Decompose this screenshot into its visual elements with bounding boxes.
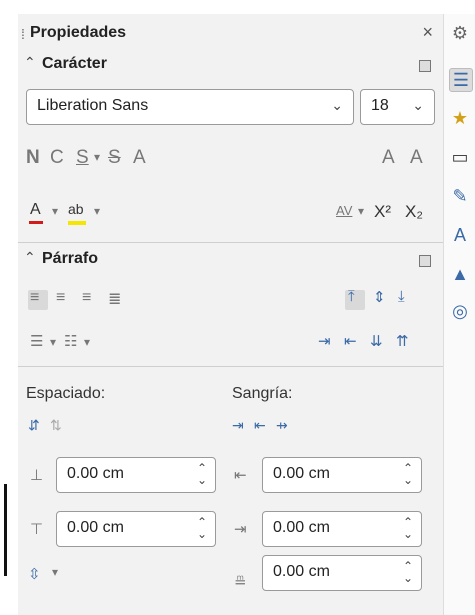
font-size-select[interactable]: 18 ⌄ [360, 89, 435, 125]
before-indent-value: 0.00 cm [273, 465, 330, 482]
bullet-list-icon[interactable]: ☰ [30, 332, 43, 350]
numbered-list-icon[interactable]: ☷ [64, 332, 77, 350]
spacing-dropdown-icon[interactable]: ▾ [358, 204, 364, 218]
below-spacing-icon: ⊤ [30, 521, 44, 538]
above-spacing-icon: ⊥ [30, 467, 44, 484]
sidebar-page-icon[interactable]: ▭ [449, 146, 471, 168]
bullet-dropdown-icon[interactable]: ▾ [50, 335, 56, 349]
after-indent-value: 0.00 cm [273, 519, 330, 536]
highlight-dropdown-icon[interactable]: ▾ [94, 204, 100, 218]
font-color-swatch [29, 221, 43, 224]
after-text-indent-field[interactable]: 0.00 cm ⌃ ⌄ [262, 511, 422, 547]
align-left-icon[interactable]: ≡ [30, 289, 39, 307]
font-size-value: 18 [371, 97, 389, 114]
font-color-button[interactable]: A [30, 201, 41, 219]
underline-button[interactable]: S [76, 147, 89, 169]
increase-spacing-icon[interactable]: ⇊ [370, 332, 383, 350]
paragraph-section-header[interactable]: ⌃ Párrafo [18, 247, 443, 273]
line-spacing-dropdown-icon[interactable]: ▾ [52, 565, 58, 579]
character-spacing-button[interactable]: AV [336, 203, 352, 218]
chevron-up-icon: ⌃ [24, 54, 36, 70]
strikethrough-button[interactable]: S [108, 147, 121, 169]
numbered-dropdown-icon[interactable]: ▾ [84, 335, 90, 349]
sidebar-font-work-icon[interactable]: A [449, 224, 471, 246]
sidebar-styles-icon[interactable]: ★ [449, 107, 471, 129]
align-right-icon[interactable]: ≡ [82, 289, 91, 307]
align-justify-icon[interactable]: ≣ [108, 289, 121, 309]
deck-sidebar: ⚙ ☰ ★ ▭ ✎ A ▲ ◎ [443, 14, 475, 615]
grip-icon[interactable]: ⁞ [21, 26, 25, 42]
chevron-down-icon: ⌄ [331, 97, 343, 113]
sidebar-gallery-icon[interactable]: ▲ [449, 263, 471, 285]
sidebar-manage-changes-icon[interactable]: ✎ [449, 185, 471, 207]
align-top-icon[interactable]: ⤒ [348, 288, 355, 305]
spin-buttons[interactable]: ⌃ ⌄ [403, 516, 413, 540]
font-name-select[interactable]: Liberation Sans ⌄ [26, 89, 354, 125]
superscript-button[interactable]: X² [374, 202, 391, 222]
more-options-icon[interactable] [419, 255, 431, 267]
align-middle-icon[interactable]: ⇕ [373, 288, 386, 306]
below-paragraph-spacing-field[interactable]: 0.00 cm ⌃ ⌄ [56, 511, 216, 547]
decrease-spacing-icon[interactable]: ⇈ [396, 332, 409, 350]
separator [18, 242, 443, 243]
character-section-header[interactable]: ⌃ Carácter [18, 52, 443, 78]
separator [18, 366, 443, 367]
before-indent-icon: ⇤ [234, 467, 247, 484]
underline-dropdown-icon[interactable]: ▾ [94, 150, 100, 164]
after-indent-icon: ⇥ [234, 521, 247, 538]
above-paragraph-spacing-field[interactable]: 0.00 cm ⌃ ⌄ [56, 457, 216, 493]
close-button[interactable]: × [422, 22, 433, 43]
increase-indent-icon[interactable]: ⇥ [318, 332, 331, 350]
grow-font-button[interactable]: A [382, 147, 395, 169]
panel-title: Propiedades [30, 24, 127, 41]
before-text-indent-field[interactable]: 0.00 cm ⌃ ⌄ [262, 457, 422, 493]
spin-buttons[interactable]: ⌃ ⌄ [403, 560, 413, 584]
decrease-indent-icon[interactable]: ⇤ [344, 332, 357, 350]
sidebar-properties-icon[interactable]: ☰ [449, 68, 473, 92]
spin-buttons[interactable]: ⌃ ⌄ [403, 462, 413, 486]
align-center-icon[interactable]: ≡ [56, 289, 65, 307]
sidebar-settings-icon[interactable]: ⚙ [449, 22, 471, 44]
indent-increase-icon[interactable]: ⇥ [232, 417, 244, 434]
subscript-button[interactable]: X₂ [405, 202, 423, 222]
first-line-indent-value: 0.00 cm [273, 563, 330, 580]
chevron-down-icon: ⌄ [412, 97, 424, 113]
shrink-font-button[interactable]: A [410, 147, 423, 169]
line-spacing-icon[interactable]: ⇳ [28, 565, 41, 583]
highlight-swatch [68, 221, 86, 225]
window-edge [4, 484, 7, 576]
increase-paragraph-spacing-icon[interactable]: ⇵ [28, 417, 40, 434]
shadow-button[interactable]: A [133, 147, 146, 169]
spin-buttons[interactable]: ⌃ ⌄ [197, 516, 207, 540]
align-bottom-icon[interactable]: ⤓ [398, 288, 405, 305]
panel-header: ⁞ Propiedades × [18, 18, 443, 46]
spin-buttons[interactable]: ⌃ ⌄ [197, 462, 207, 486]
hanging-indent-icon[interactable]: ⇸ [276, 417, 288, 434]
italic-button[interactable]: C [50, 147, 64, 169]
sidebar-navigator-icon[interactable]: ◎ [449, 300, 471, 322]
bold-button[interactable]: N [26, 147, 40, 169]
spacing-label: Espaciado: [26, 385, 106, 402]
first-line-indent-field[interactable]: 0.00 cm ⌃ ⌄ [262, 555, 422, 591]
indent-decrease-icon[interactable]: ⇤ [254, 417, 266, 434]
font-name-value: Liberation Sans [37, 97, 149, 114]
highlight-button[interactable]: ab [68, 201, 84, 217]
character-heading: Carácter [42, 55, 107, 72]
indent-label: Sangría: [232, 385, 293, 402]
properties-panel: ⁞ Propiedades × ⌃ Carácter Liberation Sa… [18, 14, 443, 615]
font-color-dropdown-icon[interactable]: ▾ [52, 204, 58, 218]
more-options-icon[interactable] [419, 60, 431, 72]
paragraph-heading: Párrafo [42, 250, 99, 267]
above-spacing-value: 0.00 cm [67, 465, 124, 482]
first-line-indent-icon: ≞ [234, 574, 247, 591]
chevron-up-icon: ⌃ [24, 249, 36, 265]
decrease-paragraph-spacing-icon[interactable]: ⇅ [50, 417, 62, 434]
below-spacing-value: 0.00 cm [67, 519, 124, 536]
